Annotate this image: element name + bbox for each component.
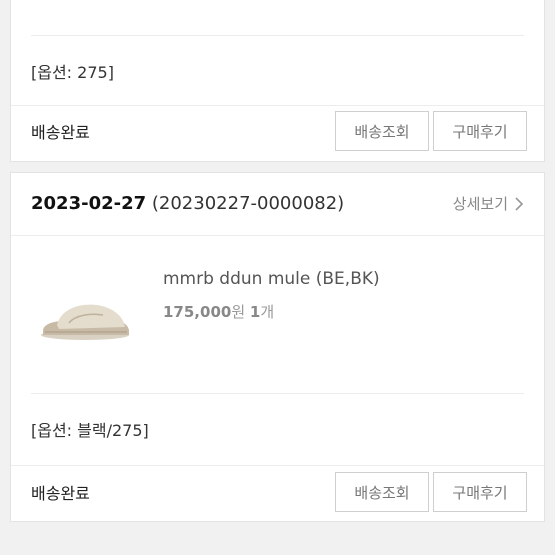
product-name[interactable]: mmrb ddun mule (BE,BK) <box>163 269 380 289</box>
delivery-status: 배송완료 <box>31 123 90 142</box>
detail-link-label: 상세보기 <box>452 195 508 213</box>
detail-link[interactable]: 상세보기 <box>453 193 524 214</box>
tracking-button[interactable]: 배송조회 <box>335 111 429 151</box>
order-number: (20230227-0000082) <box>151 193 345 214</box>
price-value: 175,000 <box>163 303 232 321</box>
option-text: [옵션: 275] <box>31 63 114 82</box>
prev-order-card: [옵션: 275] 배송완료 배송조회 구매후기 <box>10 0 545 162</box>
order-card: 2023-02-27 (20230227-0000082) 상세보기 mmrb … <box>10 172 545 522</box>
quantity-unit: 개 <box>260 303 275 321</box>
delivery-status: 배송완료 <box>31 484 90 503</box>
review-button[interactable]: 구매후기 <box>433 111 527 151</box>
quantity-value: 1 <box>249 303 261 321</box>
tracking-button[interactable]: 배송조회 <box>335 472 429 512</box>
divider <box>11 235 544 236</box>
divider <box>11 465 544 466</box>
review-button[interactable]: 구매후기 <box>433 472 527 512</box>
order-date: 2023-02-27 <box>31 193 147 214</box>
chevron-right-icon <box>515 196 524 211</box>
divider <box>11 105 544 106</box>
order-header: 2023-02-27 (20230227-0000082) <box>31 193 344 214</box>
price-unit: 원 <box>231 303 246 321</box>
option-text: [옵션: 블랙/275] <box>31 421 149 440</box>
divider <box>31 393 524 394</box>
product-price: 175,000원 1개 <box>163 301 274 322</box>
divider <box>31 35 524 36</box>
product-image[interactable] <box>39 285 131 345</box>
